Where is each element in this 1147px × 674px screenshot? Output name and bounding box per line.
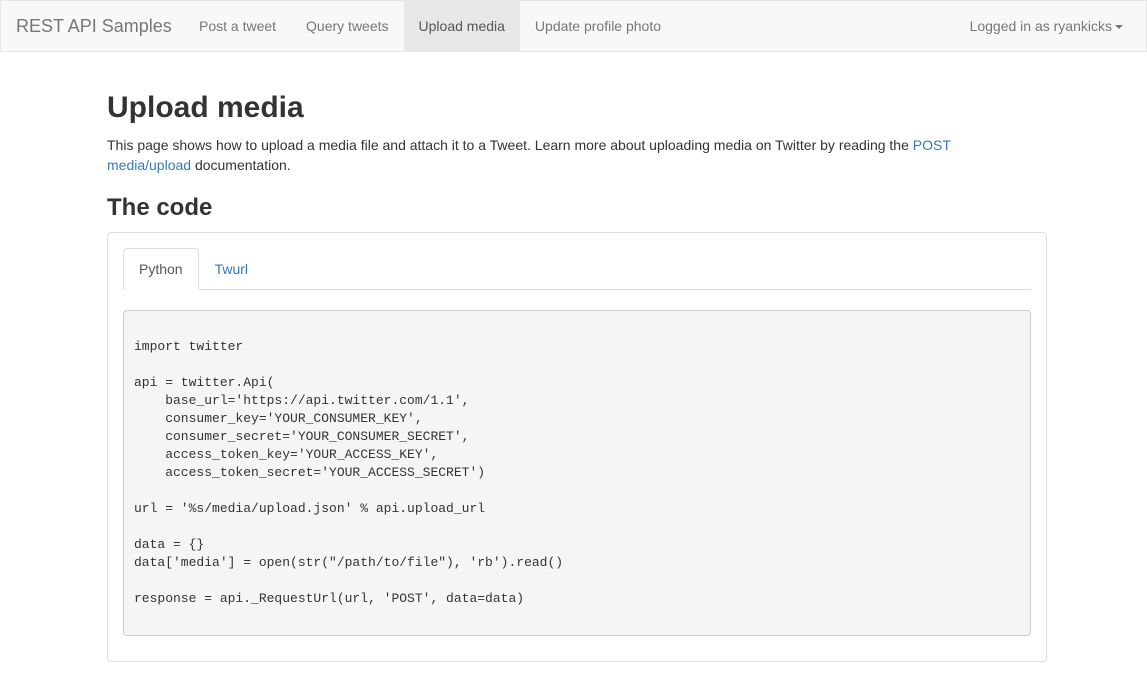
tab-python[interactable]: Python [123, 248, 199, 290]
code-panel: Python Twurl import twitter api = twitte… [107, 232, 1047, 662]
user-menu-dropdown[interactable]: Logged in as ryankicks [970, 1, 1123, 51]
nav-links: Post a tweet Query tweets Upload media U… [184, 1, 676, 51]
brand-link[interactable]: REST API Samples [16, 1, 172, 51]
intro-paragraph: This page shows how to upload a media fi… [107, 135, 987, 175]
section-title: The code [107, 194, 213, 221]
code-block: import twitter api = twitter.Api( base_u… [123, 310, 1031, 636]
top-navbar: REST API Samples Post a tweet Query twee… [0, 0, 1147, 52]
caret-down-icon [1115, 25, 1123, 30]
nav-post-tweet[interactable]: Post a tweet [184, 1, 291, 51]
tab-twurl[interactable]: Twurl [199, 248, 264, 290]
page-title: Upload media [107, 91, 304, 124]
code-tabs: Python Twurl [123, 248, 1031, 290]
intro-suffix: documentation. [191, 157, 291, 173]
nav-upload-media[interactable]: Upload media [403, 1, 520, 51]
intro-text: This page shows how to upload a media fi… [107, 137, 913, 153]
nav-query-tweets[interactable]: Query tweets [291, 1, 403, 51]
python-code: import twitter api = twitter.Api( base_u… [134, 339, 564, 606]
nav-update-profile-photo[interactable]: Update profile photo [520, 1, 676, 51]
user-menu-label: Logged in as ryankicks [969, 18, 1112, 34]
